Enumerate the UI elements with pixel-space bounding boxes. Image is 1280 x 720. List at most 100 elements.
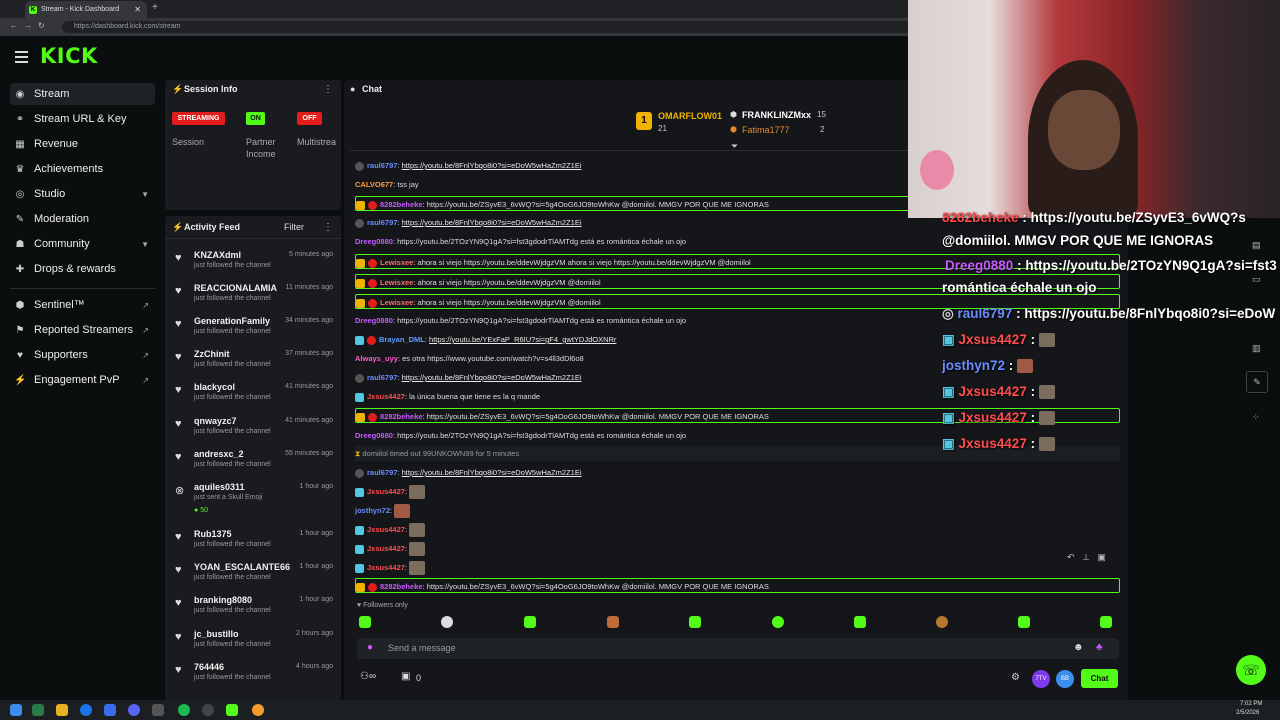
sidebar-item-revenue[interactable]: ▦ Revenue: [10, 133, 155, 155]
chat-text[interactable]: https://youtu.be/8FnlYbqo8i0?si=eDoW5wHa…: [402, 468, 582, 477]
sidebar-item-moderation[interactable]: ✎ Moderation: [10, 208, 155, 230]
emote-icon[interactable]: [854, 616, 866, 628]
activity-user[interactable]: GenerationFamily: [194, 316, 270, 326]
chat-user[interactable]: josthyn72: [355, 506, 390, 515]
chat-user[interactable]: Lewisxee: [380, 258, 413, 267]
activity-user[interactable]: branking8080: [194, 595, 252, 605]
forward-icon[interactable]: →: [24, 21, 32, 30]
folder-icon[interactable]: [56, 704, 68, 716]
taskbar-app-icon[interactable]: [152, 704, 164, 716]
message-input-box[interactable]: ● Send a message ☻ ♣: [357, 638, 1119, 659]
activity-user[interactable]: blackycol: [194, 382, 235, 392]
filter-button[interactable]: Filter: [284, 222, 304, 232]
chat-user[interactable]: CALVO677: [355, 180, 393, 189]
chat-user[interactable]: Jxsus4427: [367, 544, 405, 553]
reload-icon[interactable]: ↻: [38, 21, 45, 30]
kick-logo[interactable]: KICK: [40, 44, 98, 68]
support-chat-icon[interactable]: ☏: [1236, 655, 1266, 685]
emote-icon[interactable]: [524, 616, 536, 628]
taskbar-app-icon[interactable]: [104, 704, 116, 716]
layout-icon[interactable]: ▥: [1252, 343, 1261, 354]
back-icon[interactable]: ←: [10, 21, 18, 30]
sidebar-item-drops[interactable]: ✚ Drops & rewards: [10, 258, 155, 280]
start-icon[interactable]: [10, 704, 22, 716]
chat-bubble-icon[interactable]: ▭: [1252, 274, 1261, 285]
activity-user[interactable]: ZzChinit: [194, 349, 230, 359]
activity-user[interactable]: jc_bustillo: [194, 629, 239, 639]
emote-icon[interactable]: [1100, 616, 1112, 628]
sidebar-item-achievements[interactable]: ♛ Achievements: [10, 158, 155, 180]
emote-icon[interactable]: [1018, 616, 1030, 628]
menu-icon[interactable]: [15, 51, 28, 66]
chat-user[interactable]: Dreeg0880: [355, 237, 393, 246]
activity-user[interactable]: 764446: [194, 662, 224, 672]
emote-icon[interactable]: [607, 616, 619, 628]
chat-user[interactable]: raul6797: [367, 373, 397, 382]
kick-icon[interactable]: [226, 704, 238, 716]
leader-third-name[interactable]: Fatima1777: [742, 125, 790, 135]
chat-user[interactable]: raul6797: [367, 161, 397, 170]
wrench-icon[interactable]: ✎: [1246, 371, 1268, 393]
sidebar-item-community[interactable]: ☗ Community ▼: [10, 233, 155, 255]
settings-icon[interactable]: ⚙: [1011, 672, 1020, 683]
chat-user[interactable]: 8282beheke: [380, 582, 423, 591]
chat-user[interactable]: Brayan_DML: [379, 335, 425, 344]
sidebar-item-studio[interactable]: ◎ Studio ▼: [10, 183, 155, 205]
emote-icon[interactable]: [772, 616, 784, 628]
browser-tab[interactable]: K Stream - Kick Dashboard ✕: [25, 1, 147, 18]
chat-user[interactable]: Lewisxee: [380, 298, 413, 307]
discord-icon[interactable]: [128, 704, 140, 716]
chat-text[interactable]: https://youtu.be/8FnlYbqo8i0?si=eDoW5wHa…: [402, 218, 582, 227]
emote-icon[interactable]: [936, 616, 948, 628]
sidebar-item-stream-url[interactable]: ⚭ Stream URL & Key: [10, 108, 155, 130]
chat-user[interactable]: 8282beheke: [380, 200, 423, 209]
reply-icon[interactable]: ↶: [1067, 552, 1075, 562]
chat-user[interactable]: Jxsus4427: [367, 487, 405, 496]
chat-user[interactable]: Jxsus4427: [367, 563, 405, 572]
seventv-avatar[interactable]: 7TV: [1032, 670, 1050, 688]
sidebar-item-reported[interactable]: ⚑ Reported Streamers ↗: [10, 319, 155, 341]
sidebar-item-sentinel[interactable]: ⬢ Sentinel™ ↗: [10, 294, 155, 316]
mic-icon[interactable]: ●: [367, 642, 373, 653]
close-tab-icon[interactable]: ✕: [134, 5, 141, 14]
bttv-avatar[interactable]: BB: [1056, 670, 1074, 688]
activity-user[interactable]: Rub1375: [194, 529, 232, 539]
send-chat-button[interactable]: Chat: [1081, 669, 1118, 688]
obs-icon[interactable]: [202, 704, 214, 716]
chat-user[interactable]: Lewisxee: [380, 278, 413, 287]
chat-user[interactable]: domiilol: [362, 449, 387, 458]
doc-icon[interactable]: ▤: [1252, 240, 1261, 251]
sidebar-item-pvp[interactable]: ⚡ Engagement PvP ↗: [10, 369, 155, 391]
chat-user[interactable]: Dreeg0880: [355, 431, 393, 440]
activity-user[interactable]: YOAN_ESCALANTE66: [194, 562, 290, 572]
taskbar-app-icon[interactable]: [32, 704, 44, 716]
emote-icon[interactable]: [441, 616, 453, 628]
activity-user[interactable]: qnwayzc7: [194, 416, 237, 426]
sidebar-item-stream[interactable]: ◉ Stream: [10, 83, 155, 105]
chat-user[interactable]: Always_uyy: [355, 354, 398, 363]
activity-user[interactable]: REACCIONALAMIA: [194, 283, 277, 293]
chat-text[interactable]: https://youtu.be/YExFaP_R6IU?si=gF4_gwtY…: [429, 335, 616, 344]
more-icon[interactable]: ⋮: [323, 84, 333, 95]
chat-user[interactable]: raul6797: [367, 468, 397, 477]
chat-user[interactable]: raul6797: [367, 218, 397, 227]
emote-icon[interactable]: [689, 616, 701, 628]
emote-icon[interactable]: [359, 616, 371, 628]
chat-user[interactable]: Jxsus4427: [367, 525, 405, 534]
chat-text[interactable]: https://youtu.be/8FnlYbqo8i0?si=eDoW5wHa…: [402, 161, 582, 170]
taskbar-app-icon[interactable]: [252, 704, 264, 716]
pin-icon[interactable]: ⊥: [1082, 552, 1090, 562]
more-icon[interactable]: ⋮: [323, 222, 333, 233]
nodes-icon[interactable]: ⁘: [1252, 412, 1260, 423]
users-icon[interactable]: ⚇∞: [360, 671, 376, 682]
browser-icon[interactable]: [80, 704, 92, 716]
emoji-icon[interactable]: ☻: [1073, 642, 1084, 653]
leader-second-name[interactable]: FRANKLINZMxx: [742, 110, 811, 120]
sidebar-item-supporters[interactable]: ♥ Supporters ↗: [10, 344, 155, 366]
url-field[interactable]: https://dashboard.kick.com/stream: [62, 21, 912, 33]
kicks-icon[interactable]: ♣: [1096, 642, 1103, 653]
activity-user[interactable]: aquiles0311: [194, 482, 245, 492]
spotify-icon[interactable]: [178, 704, 190, 716]
trash-icon[interactable]: ▣: [1097, 552, 1106, 562]
leader-first-name[interactable]: OMARFLOW01: [658, 111, 722, 121]
